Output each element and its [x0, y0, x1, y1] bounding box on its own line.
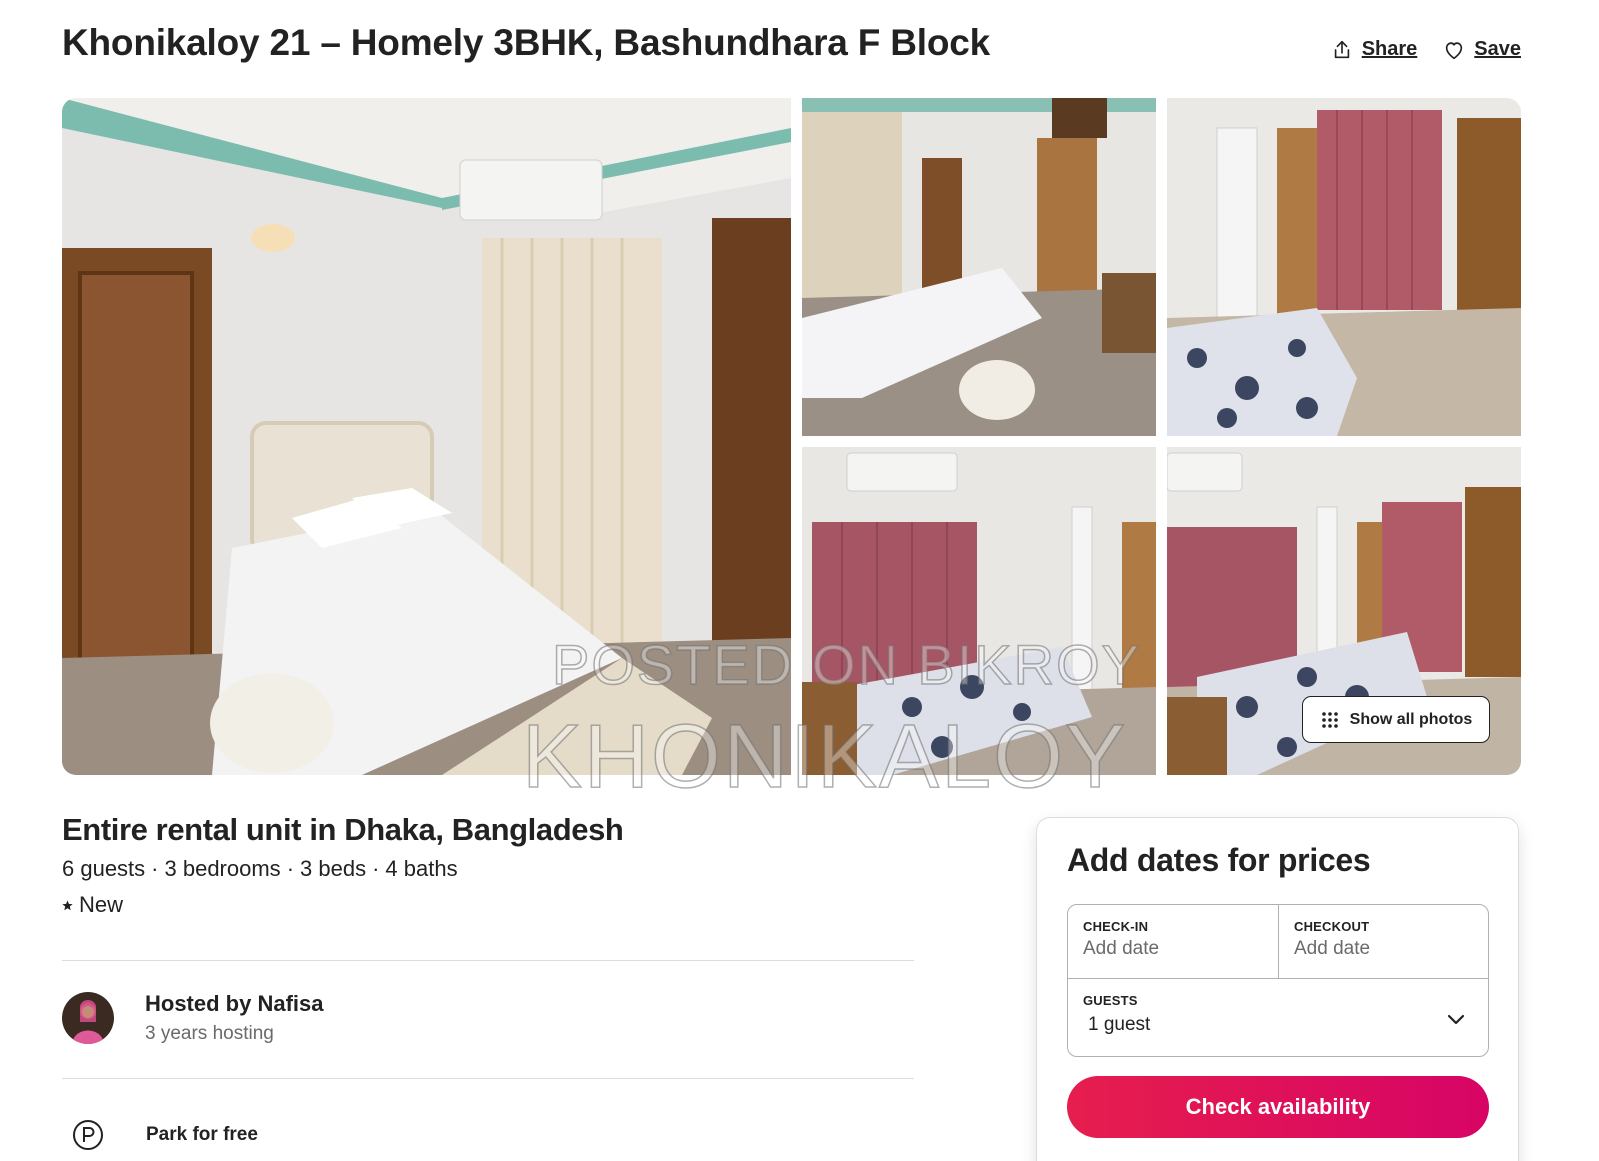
- spec-separator: ·: [372, 856, 380, 881]
- share-label: Share: [1361, 38, 1418, 60]
- guests-select[interactable]: GUESTS 1 guest: [1068, 978, 1488, 1057]
- show-all-photos-button[interactable]: Show all photos: [1302, 696, 1490, 743]
- checkout-value: Add date: [1294, 938, 1371, 959]
- amenity-item: Park for free: [72, 1119, 258, 1151]
- spec-baths: 4 baths: [385, 856, 458, 881]
- gallery-photo-2[interactable]: [802, 98, 1156, 436]
- checkout-label: CHECKOUT: [1294, 919, 1370, 934]
- guests-value: 1 guest: [1088, 1014, 1151, 1035]
- share-icon: [1334, 40, 1349, 58]
- bedroom-photo-image: [802, 447, 1156, 775]
- bedroom-photo-image: [1167, 98, 1521, 436]
- listing-subtitle: Entire rental unit in Dhaka, Bangladesh: [62, 812, 624, 847]
- header-actions: Share Save: [1331, 38, 1521, 61]
- host-info: Hosted by Nafisa 3 years hosting: [145, 991, 324, 1045]
- host-years: 3 years hosting: [145, 1023, 274, 1044]
- checkin-field[interactable]: CHECK-IN Add date: [1068, 905, 1279, 978]
- star-icon: [62, 899, 73, 910]
- host-section: Hosted by Nafisa 3 years hosting: [62, 991, 324, 1045]
- spec-beds: 3 beds: [300, 856, 367, 881]
- checkout-field[interactable]: CHECKOUT Add date: [1279, 905, 1489, 978]
- bedroom-photo-image: [62, 98, 791, 775]
- listing-specs: 6 guests · 3 bedrooms · 3 beds · 4 baths: [62, 856, 914, 882]
- booking-card: Add dates for prices CHECK-IN Add date C…: [1036, 817, 1519, 1161]
- check-availability-button[interactable]: Check availability: [1067, 1076, 1489, 1138]
- save-button[interactable]: Save: [1443, 38, 1521, 61]
- spec-separator: ·: [151, 856, 159, 881]
- date-guest-picker: CHECK-IN Add date CHECKOUT Add date GUES…: [1067, 904, 1489, 1057]
- gallery-photo-main[interactable]: [62, 98, 791, 775]
- grid-dots-icon: [1321, 711, 1338, 728]
- rating-label: New: [79, 892, 124, 917]
- gallery-photo-4[interactable]: [802, 447, 1156, 775]
- booking-title: Add dates for prices: [1067, 842, 1371, 878]
- host-avatar-image: [62, 992, 114, 1044]
- gallery-photo-3[interactable]: [1167, 98, 1521, 436]
- amenity-label: Park for free: [146, 1124, 258, 1145]
- section-divider: [62, 960, 914, 961]
- parking-icon: [73, 1120, 103, 1150]
- photo-gallery: [62, 98, 1521, 775]
- checkin-label: CHECK-IN: [1083, 919, 1149, 934]
- spec-bedrooms: 3 bedrooms: [164, 856, 281, 881]
- share-button[interactable]: Share: [1331, 38, 1418, 61]
- listing-title: Khonikaloy 21 – Homely 3BHK, Bashundhara…: [62, 22, 990, 63]
- show-all-photos-label: Show all photos: [1349, 710, 1473, 728]
- heart-icon: [1446, 41, 1463, 59]
- host-avatar[interactable]: [62, 992, 114, 1044]
- guests-label: GUESTS: [1083, 993, 1138, 1008]
- checkin-value: Add date: [1083, 938, 1160, 959]
- rating-row: New: [62, 892, 914, 918]
- section-divider: [62, 1078, 914, 1079]
- host-name: Hosted by Nafisa: [145, 991, 324, 1016]
- save-label: Save: [1474, 38, 1521, 60]
- spec-guests: 6 guests: [62, 856, 146, 881]
- bedroom-photo-image: [802, 98, 1156, 436]
- spec-separator: ·: [286, 856, 295, 881]
- listing-overview: Entire rental unit in Dhaka, Bangladesh …: [62, 812, 914, 918]
- chevron-down-icon: [1447, 1014, 1465, 1025]
